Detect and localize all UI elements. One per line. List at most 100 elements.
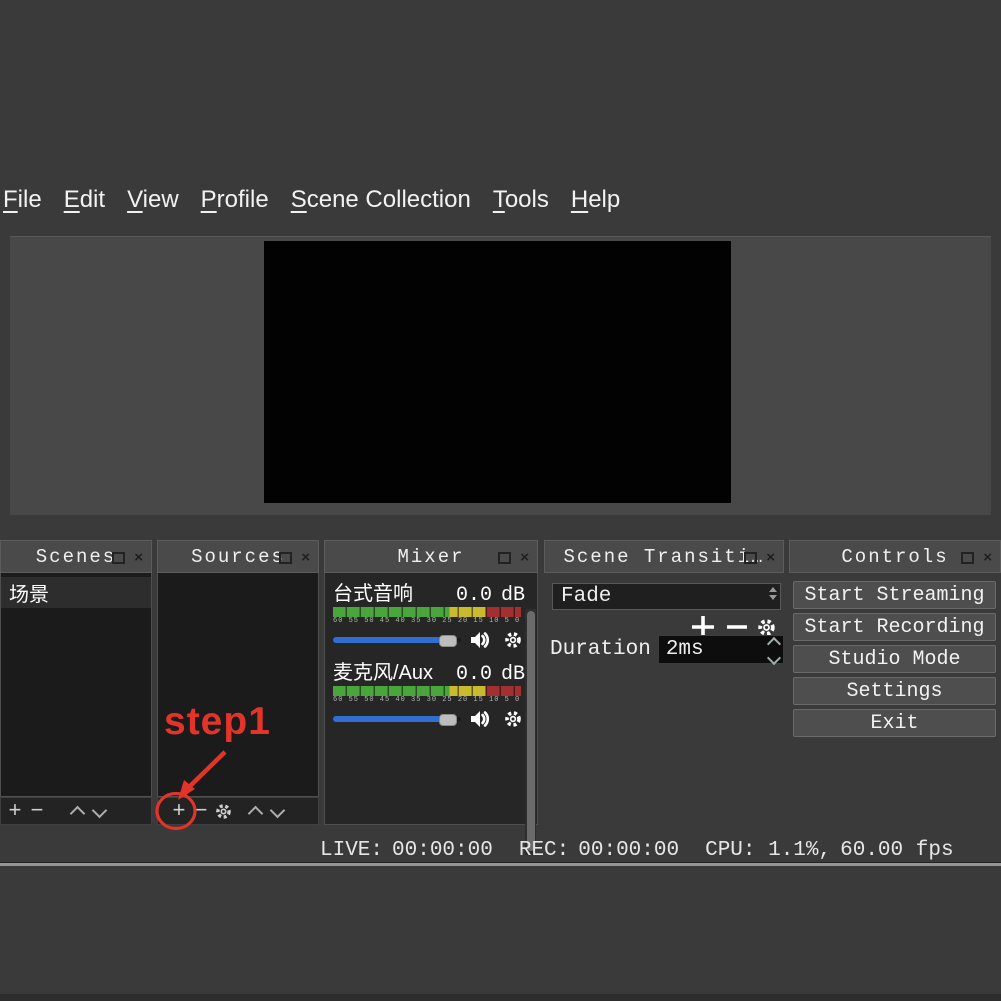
meter-tick-labels: 60 55 50 45 40 35 30 25 20 15 10 5 0 — [333, 617, 521, 626]
speaker-icon[interactable] — [470, 631, 490, 649]
live-label: LIVE: — [320, 839, 383, 862]
remove-scene-button[interactable]: − — [26, 799, 48, 823]
volume-slider[interactable] — [333, 714, 461, 724]
channel-volume-unit: dB — [501, 584, 525, 607]
video-canvas[interactable] — [264, 241, 731, 503]
move-source-down-button[interactable] — [266, 799, 288, 823]
mixer-scrollbar[interactable] — [527, 611, 535, 851]
scenes-toolbar: + − — [0, 797, 152, 825]
chevron-up-icon[interactable] — [767, 637, 781, 651]
settings-button[interactable]: Settings — [793, 677, 996, 705]
exit-button[interactable]: Exit — [793, 709, 996, 737]
channel-volume-db: 0.0 — [456, 584, 492, 607]
move-source-up-button[interactable] — [244, 799, 266, 823]
menu-file[interactable]: File — [3, 186, 53, 214]
sources-panel: Sources × + − — [157, 540, 319, 825]
sources-title: Sources — [191, 546, 285, 568]
chevron-up-icon — [247, 805, 263, 821]
divider — [0, 863, 1001, 866]
start-streaming-button[interactable]: Start Streaming — [793, 581, 996, 609]
status-bar: LIVE: 00:00:00 REC: 00:00:00 CPU: 1.1%, … — [320, 837, 963, 863]
source-properties-button[interactable] — [212, 799, 234, 823]
slider-handle[interactable] — [439, 635, 457, 647]
scenes-titlebar[interactable]: Scenes × — [0, 540, 152, 573]
mixer-channel: 台式音响 0.0 dB 60 55 50 45 40 35 30 25 20 1… — [333, 577, 525, 653]
scene-list-item[interactable]: 场景 — [1, 577, 151, 608]
menu-scene-collection[interactable]: Scene Collection — [291, 186, 482, 214]
channel-name: 麦克风/Aux — [333, 656, 452, 685]
menu-profile[interactable]: Profile — [201, 186, 280, 214]
close-icon[interactable]: × — [134, 550, 145, 565]
slider-handle[interactable] — [439, 714, 457, 726]
duration-spinbox[interactable]: 2ms — [658, 635, 784, 664]
menu-view[interactable]: View — [127, 186, 190, 214]
volume-meter — [333, 607, 521, 617]
close-icon[interactable]: × — [983, 550, 994, 565]
rec-time: 00:00:00 — [578, 839, 679, 862]
fps-value: 60.00 fps — [840, 839, 953, 862]
controls-title: Controls — [841, 546, 948, 568]
window-bottom-edge — [0, 994, 1001, 1001]
cpu-usage: CPU: 1.1%, — [705, 839, 831, 862]
mixer-panel: Mixer × 台式音响 0.0 dB 60 55 50 45 40 35 30… — [324, 540, 538, 825]
sources-list — [157, 573, 319, 797]
mixer-title: Mixer — [397, 546, 464, 568]
sources-toolbar: + − — [157, 797, 319, 825]
channel-volume-unit: dB — [501, 663, 525, 686]
menu-tools[interactable]: Tools — [493, 186, 560, 214]
add-scene-button[interactable]: + — [4, 799, 26, 823]
float-icon[interactable] — [961, 552, 974, 564]
combo-arrows — [769, 587, 777, 600]
mixer-titlebar[interactable]: Mixer × — [324, 540, 538, 573]
close-icon[interactable]: × — [766, 550, 777, 565]
close-icon[interactable]: × — [301, 550, 312, 565]
move-scene-down-button[interactable] — [88, 799, 110, 823]
duration-spin-buttons — [766, 637, 782, 665]
float-icon[interactable] — [498, 552, 511, 564]
menu-help[interactable]: Help — [571, 186, 631, 214]
gear-icon[interactable] — [504, 710, 522, 728]
controls-panel: Controls × Start Streaming Start Recordi… — [789, 540, 1001, 825]
speaker-icon[interactable] — [470, 710, 490, 728]
volume-slider[interactable] — [333, 635, 461, 645]
mixer-channel: 麦克风/Aux 0.0 dB 60 55 50 45 40 35 30 25 2… — [333, 656, 525, 732]
obs-window: File Edit View Profile Scene Collection … — [0, 0, 1001, 1001]
chevron-up-icon — [769, 587, 777, 592]
move-scene-up-button[interactable] — [66, 799, 88, 823]
float-icon[interactable] — [279, 552, 292, 564]
controls-titlebar[interactable]: Controls × — [789, 540, 1001, 573]
start-recording-button[interactable]: Start Recording — [793, 613, 996, 641]
chevron-down-icon — [769, 595, 777, 600]
studio-mode-button[interactable]: Studio Mode — [793, 645, 996, 673]
duration-label: Duration — [550, 638, 651, 661]
live-time: 00:00:00 — [392, 839, 493, 862]
gear-icon — [215, 803, 232, 820]
scenes-title: Scenes — [36, 546, 116, 568]
transition-properties-button[interactable] — [757, 618, 776, 637]
float-icon[interactable] — [112, 552, 125, 564]
volume-meter — [333, 686, 521, 696]
menu-edit[interactable]: Edit — [64, 186, 116, 214]
transitions-panel: Scene Transiti… × Fade — [544, 540, 784, 825]
duration-value: 2ms — [666, 638, 704, 661]
close-icon[interactable]: × — [520, 550, 531, 565]
float-icon[interactable] — [744, 552, 757, 564]
meter-tick-labels: 60 55 50 45 40 35 30 25 20 15 10 5 0 — [333, 696, 521, 705]
scenes-panel: Scenes × 场景 + − — [0, 540, 152, 825]
transition-select[interactable]: Fade — [552, 583, 781, 610]
channel-volume-db: 0.0 — [456, 663, 492, 686]
channel-name: 台式音响 — [333, 577, 452, 606]
transitions-title: Scene Transiti… — [563, 546, 764, 568]
mixer-body: 台式音响 0.0 dB 60 55 50 45 40 35 30 25 20 1… — [324, 573, 538, 825]
step1-annotation-text: step1 — [164, 700, 271, 744]
chevron-down-icon[interactable] — [767, 651, 781, 665]
transitions-titlebar[interactable]: Scene Transiti… × — [544, 540, 784, 573]
duration-row: Duration 2ms — [550, 635, 784, 664]
sources-titlebar[interactable]: Sources × — [157, 540, 319, 573]
add-source-button[interactable]: + — [168, 799, 190, 823]
chevron-up-icon — [69, 805, 85, 821]
gear-icon[interactable] — [504, 631, 522, 649]
remove-source-button[interactable]: − — [190, 799, 212, 823]
transition-selected-value: Fade — [561, 585, 611, 608]
menu-bar: File Edit View Profile Scene Collection … — [0, 183, 1001, 217]
